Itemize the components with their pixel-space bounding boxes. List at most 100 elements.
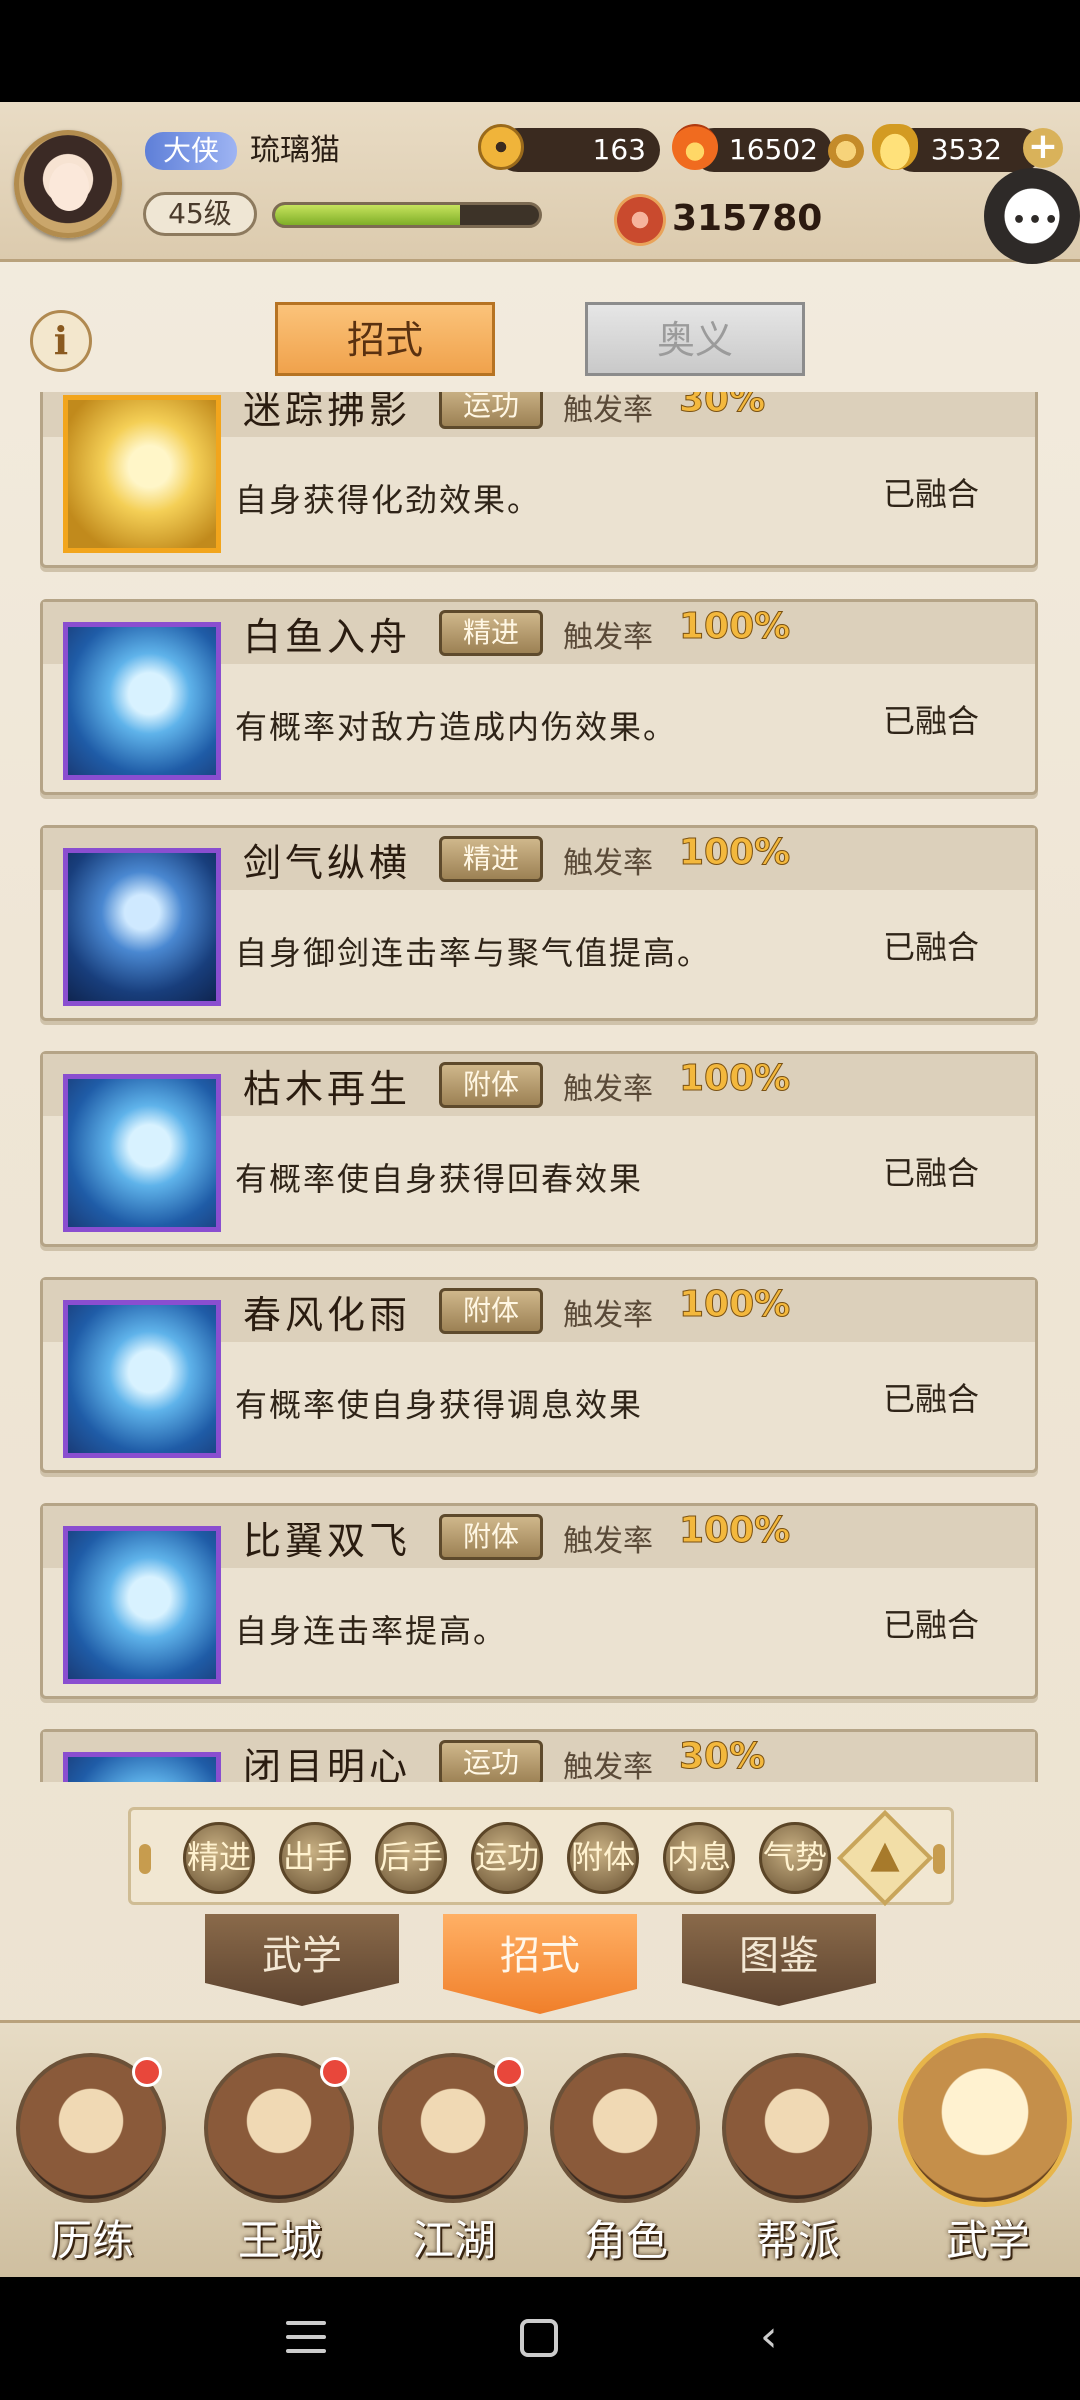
status-bar (0, 0, 1080, 102)
player-header: 大侠 琉璃猫 45级 163 16502 3532 + 315780 ••• (0, 102, 1080, 264)
avatar-face (49, 163, 89, 211)
nav-character[interactable]: 角色 (536, 2023, 716, 2273)
nav-jianghu[interactable]: 江湖 (364, 2023, 544, 2273)
trigger-rate-value: 100% (678, 1284, 791, 1326)
skill-name: 剑气纵横 (243, 841, 412, 885)
scroll-icon (898, 2033, 1072, 2207)
filter-button[interactable]: 出手 (279, 1822, 351, 1894)
info-button[interactable]: i (30, 310, 92, 372)
skill-card[interactable]: 剑气纵横 精进 触发率 100% 自身御剑连击率与聚气值提高。 已融合 (40, 825, 1038, 1021)
home-icon[interactable] (520, 2319, 558, 2357)
skill-description: 自身连击率提高。 (235, 1612, 508, 1650)
combat-power-icon (614, 194, 666, 246)
system-nav-bar: ‹ (0, 2277, 1080, 2400)
chat-button[interactable]: ••• (984, 168, 1080, 264)
combat-power: 315780 (600, 190, 823, 250)
skill-card[interactable]: 迷踪拂影 运功 触发率 30% 自身获得化劲效果。 已融合 (40, 392, 1038, 568)
guild-icon (722, 2053, 872, 2203)
nav-label: 角色 (583, 2216, 668, 2265)
game-screen: 大侠 琉璃猫 45级 163 16502 3532 + 315780 ••• i… (0, 102, 1080, 2277)
skill-type-badge: 精进 (439, 836, 543, 882)
skill-name: 白鱼入舟 (243, 615, 412, 659)
player-title-badge: 大侠 (145, 132, 237, 170)
player-level: 45级 (143, 192, 257, 236)
trigger-rate-value: 30% (678, 1736, 766, 1778)
player-avatar[interactable] (14, 130, 122, 238)
chat-bubble-icon: ••• (1012, 208, 1061, 233)
coin-icon (478, 124, 524, 170)
nav-trial[interactable]: 历练 (2, 2023, 182, 2273)
player-name: 琉璃猫 (250, 133, 340, 168)
subtab-collection[interactable]: 图鉴 (682, 1914, 876, 2006)
back-icon[interactable]: ‹ (760, 2315, 800, 2359)
skill-card[interactable]: 白鱼入舟 精进 触发率 100% 有概率对敌方造成内伤效果。 已融合 (40, 599, 1038, 795)
filter-button[interactable]: 运功 (471, 1822, 543, 1894)
fusion-status: 已融合 (883, 1606, 980, 1644)
skill-card[interactable]: 春风化雨 附体 触发率 100% 有概率使自身获得调息效果 已融合 (40, 1277, 1038, 1473)
notification-dot (132, 2057, 162, 2087)
trigger-rate-value: 30% (678, 392, 766, 421)
skill-type-badge: 附体 (439, 1514, 543, 1560)
skill-icon (63, 1752, 221, 1782)
fusion-status: 已融合 (883, 475, 980, 513)
skill-description: 有概率使自身获得调息效果 (235, 1386, 644, 1424)
combat-power-value: 315780 (672, 198, 823, 239)
trigger-rate-label: 触发率 (563, 1298, 653, 1333)
filter-button[interactable]: 附体 (567, 1822, 639, 1894)
filter-button[interactable]: 气势 (759, 1822, 831, 1894)
filter-button[interactable]: 后手 (375, 1822, 447, 1894)
nav-guild[interactable]: 帮派 (708, 2023, 888, 2273)
skill-list[interactable]: 迷踪拂影 运功 触发率 30% 自身获得化劲效果。 已融合 白鱼入舟 精进 触发… (40, 392, 1040, 1782)
skill-name: 闭目明心 (243, 1745, 412, 1782)
trigger-rate-label: 触发率 (563, 620, 653, 655)
fusion-status: 已融合 (883, 928, 980, 966)
skill-description: 有概率对敌方造成内伤效果。 (235, 708, 678, 746)
skill-description: 有概率使自身获得回春效果 (235, 1160, 644, 1198)
nav-royal-city[interactable]: 王城 (190, 2023, 370, 2273)
tab-mystery[interactable]: 奥义 (585, 302, 805, 376)
menu-icon[interactable] (286, 2321, 326, 2353)
trigger-rate-value: 100% (678, 606, 791, 648)
nav-label: 帮派 (755, 2216, 840, 2265)
fusion-status: 已融合 (883, 702, 980, 740)
skill-description: 自身获得化劲效果。 (235, 481, 542, 519)
trigger-rate-label: 触发率 (563, 393, 653, 428)
nav-label: 武学 (945, 2216, 1030, 2265)
skill-card[interactable]: 比翼双飞 附体 触发率 100% 自身连击率提高。 已融合 (40, 1503, 1038, 1699)
filter-button[interactable]: 精进 (183, 1822, 255, 1894)
filter-button[interactable]: 内息 (663, 1822, 735, 1894)
add-currency-button[interactable]: + (1023, 128, 1063, 168)
skill-type-badge: 附体 (439, 1062, 543, 1108)
notification-dot (494, 2057, 524, 2087)
skill-type-filter-bar: 精进 出手 后手 运功 附体 内息 气势 ▲ (128, 1807, 954, 1907)
skill-description: 自身御剑连击率与聚气值提高。 (235, 934, 712, 972)
skill-icon (63, 1300, 221, 1458)
bar-end-cap (139, 1844, 151, 1874)
skill-name: 比翼双飞 (243, 1519, 412, 1563)
skill-type-badge: 运功 (439, 1740, 543, 1782)
tab-moves[interactable]: 招式 (275, 302, 495, 376)
trigger-rate-value: 100% (678, 832, 791, 874)
exp-bar-fill (275, 205, 460, 225)
skill-type-badge: 运功 (439, 392, 543, 429)
trigger-rate-label: 触发率 (563, 1072, 653, 1107)
gold-ingot-icon (872, 124, 918, 170)
skill-card[interactable]: 闭目明心 运功 触发率 30% (40, 1729, 1038, 1782)
skill-icon (63, 848, 221, 1006)
trigger-rate-label: 触发率 (563, 846, 653, 881)
chevron-up-icon: ▲ (870, 1832, 900, 1876)
skill-name: 迷踪拂影 (243, 392, 412, 432)
skill-name: 枯木再生 (243, 1067, 412, 1111)
subtab-martial-arts[interactable]: 武学 (205, 1914, 399, 2006)
nav-label: 历练 (49, 2216, 134, 2265)
nav-martial-arts[interactable]: 武学 (898, 2023, 1078, 2273)
skill-icon (63, 622, 221, 780)
skill-card[interactable]: 枯木再生 附体 触发率 100% 有概率使自身获得回春效果 已融合 (40, 1051, 1038, 1247)
notification-dot (320, 2057, 350, 2087)
sub-tabs: 武学 招式 图鉴 (0, 1914, 1080, 2024)
subtab-moves[interactable]: 招式 (443, 1914, 637, 2014)
fusion-status: 已融合 (883, 1154, 980, 1192)
fusion-status: 已融合 (883, 1380, 980, 1418)
skill-name: 春风化雨 (243, 1293, 412, 1337)
trigger-rate-label: 触发率 (563, 1750, 653, 1782)
